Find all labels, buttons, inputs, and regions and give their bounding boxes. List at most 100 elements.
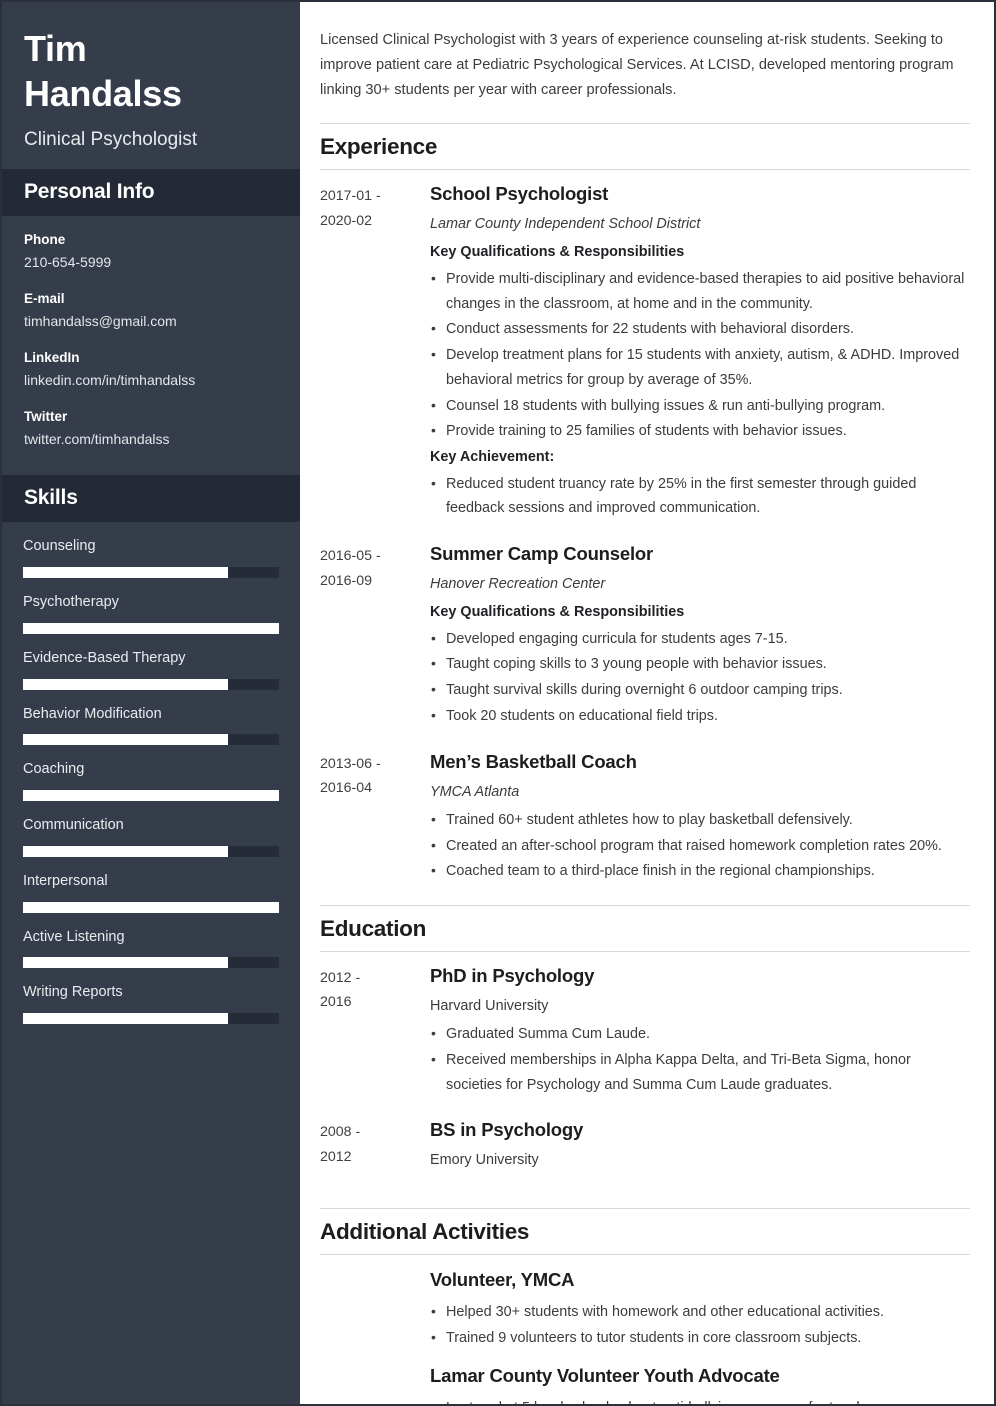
entry-achievement-list: Reduced student truancy rate by 25% in t… <box>430 471 970 522</box>
entry-date-range: 2016-05 - 2016-09 <box>320 542 430 593</box>
bullet-item: Develop treatment plans for 15 students … <box>430 342 970 393</box>
skill-bar-fill <box>23 790 279 802</box>
entry-organization: Lamar County Independent School District <box>430 216 701 233</box>
sidebar: Tim Handalss Clinical Psychologist Perso… <box>2 2 300 1404</box>
entry-body: BS in Psychology Emory University <box>430 1118 970 1176</box>
contact-value[interactable]: 210-654-5999 <box>24 252 278 274</box>
entry-achievement-subheading: Key Achievement: <box>430 449 555 466</box>
last-name: Handalss <box>24 73 182 114</box>
entry-bullet-list: Lectured at 5 local schools about anti-b… <box>430 1395 970 1404</box>
skill-item: Evidence-Based Therapy <box>23 648 279 690</box>
entry-bullet-list: Helped 30+ students with homework and ot… <box>430 1299 970 1351</box>
bullet-item: Developed engaging curricula for student… <box>430 626 970 652</box>
contact-item-twitter: Twitter twitter.com/timhandalss <box>24 407 278 451</box>
skill-item: Writing Reports <box>23 982 279 1025</box>
activity-title: Lamar County Volunteer Youth Advocate <box>430 1364 780 1386</box>
date-end: 2016-04 <box>320 780 373 797</box>
contact-label: Twitter <box>24 408 68 424</box>
skill-bar-fill <box>23 678 228 690</box>
degree-title: PhD in Psychology <box>430 965 595 987</box>
skill-bar-fill <box>23 622 279 634</box>
skill-bar-track <box>23 734 279 746</box>
skill-label: Communication <box>23 817 124 834</box>
bullet-item: Created an after-school program that rai… <box>430 833 970 859</box>
contact-value[interactable]: twitter.com/timhandalss <box>24 429 278 451</box>
experience-section: Experience 2017-01 - 2020-02 School Psyc… <box>320 123 970 885</box>
skills-heading-band: Skills <box>2 475 300 523</box>
skills-heading: Skills <box>24 486 78 510</box>
experience-entry: 2017-01 - 2020-02 School Psychologist La… <box>320 182 970 522</box>
bullet-item: Coached team to a third-place finish in … <box>430 858 970 884</box>
bullet-item: Trained 60+ student athletes how to play… <box>430 807 970 833</box>
job-title: Clinical Psychologist <box>24 129 198 150</box>
entry-organization: YMCA Atlanta <box>430 783 520 800</box>
entry-role: School Psychologist <box>430 183 609 205</box>
bullet-item: Taught survival skills during overnight … <box>430 677 970 703</box>
skill-bar-track <box>23 901 279 913</box>
bullet-item: Provide multi-disciplinary and evidence-… <box>430 266 970 317</box>
contact-item-linkedin: LinkedIn linkedin.com/in/timhandalss <box>24 348 278 392</box>
entry-date-range: 2012 - 2016 <box>320 964 430 1015</box>
bullet-item: Conduct assessments for 22 students with… <box>430 316 970 342</box>
school-name: Emory University <box>430 1152 539 1169</box>
bullet-item: Lectured at 5 local schools about anti-b… <box>430 1395 970 1404</box>
skill-bar-track <box>23 790 279 802</box>
education-heading: Education <box>320 905 970 953</box>
skill-label: Evidence-Based Therapy <box>23 649 186 666</box>
date-end: 2016 <box>320 994 352 1011</box>
entry-bullet-list: Graduated Summa Cum Laude. Received memb… <box>430 1021 970 1098</box>
skill-label: Psychotherapy <box>23 594 119 611</box>
education-entry: 2012 - 2016 PhD in Psychology Harvard Un… <box>320 964 970 1098</box>
contact-value[interactable]: timhandalss@gmail.com <box>24 311 278 333</box>
skill-label: Writing Reports <box>23 984 123 1001</box>
personal-info-list: Phone 210-654-5999 E-mail timhandalss@gm… <box>2 216 300 476</box>
entry-gap <box>320 740 970 750</box>
bullet-item: Counsel 18 students with bullying issues… <box>430 393 970 419</box>
skill-bar-track <box>23 957 279 969</box>
bullet-item: Trained 9 volunteers to tutor students i… <box>430 1325 970 1351</box>
skill-item: Counseling <box>23 536 279 579</box>
date-start: 2012 - <box>320 970 361 987</box>
skill-item: Active Listening <box>23 927 279 969</box>
skill-label: Counseling <box>23 538 96 555</box>
entry-gap <box>320 532 970 542</box>
skill-bar-fill <box>23 1013 228 1025</box>
contact-value[interactable]: linkedin.com/in/timhandalss <box>24 370 278 392</box>
entry-date-range: 2008 - 2012 <box>320 1118 430 1169</box>
entry-bullet-list: Trained 60+ student athletes how to play… <box>430 807 970 884</box>
skill-item: Communication <box>23 815 279 857</box>
entry-date-spacer <box>320 1267 430 1269</box>
skill-bar-fill <box>23 901 279 913</box>
skill-bar-fill <box>23 845 228 857</box>
contact-label: Phone <box>24 231 66 247</box>
activities-section: Additional Activities Volunteer, YMCA He… <box>320 1208 970 1404</box>
entry-body: Volunteer, YMCA Helped 30+ students with… <box>430 1267 970 1404</box>
activity-block: Volunteer, YMCA Helped 30+ students with… <box>430 1267 970 1350</box>
professional-summary: Licensed Clinical Psychologist with 3 ye… <box>320 32 954 99</box>
main-content: Licensed Clinical Psychologist with 3 ye… <box>300 2 994 1404</box>
date-end: 2020-02 <box>320 212 373 229</box>
experience-entry: 2016-05 - 2016-09 Summer Camp Counselor … <box>320 542 970 730</box>
entry-subheading: Key Qualifications & Responsibilities <box>430 604 685 621</box>
entry-organization: Hanover Recreation Center <box>430 576 606 593</box>
skill-item: Interpersonal <box>23 871 279 913</box>
skill-bar-fill <box>23 567 228 579</box>
entry-date-range: 2017-01 - 2020-02 <box>320 182 430 233</box>
skill-label: Active Listening <box>23 928 125 945</box>
activity-block: Lamar County Volunteer Youth Advocate Le… <box>430 1363 970 1404</box>
activity-entry: Volunteer, YMCA Helped 30+ students with… <box>320 1267 970 1404</box>
date-end: 2016-09 <box>320 572 373 589</box>
skill-bar-track <box>23 1013 279 1025</box>
contact-item-phone: Phone 210-654-5999 <box>24 230 278 274</box>
entry-date-range: 2013-06 - 2016-04 <box>320 750 430 801</box>
skill-bar-fill <box>23 734 228 746</box>
contact-label: LinkedIn <box>24 349 80 365</box>
resume-page: Tim Handalss Clinical Psychologist Perso… <box>0 0 996 1406</box>
activities-heading: Additional Activities <box>320 1208 970 1256</box>
entry-body: PhD in Psychology Harvard University Gra… <box>430 964 970 1098</box>
bullet-item: Received memberships in Alpha Kappa Delt… <box>430 1047 970 1098</box>
experience-heading: Experience <box>320 123 970 171</box>
skill-item: Coaching <box>23 759 279 802</box>
contact-label: E-mail <box>24 290 65 306</box>
bullet-item: Helped 30+ students with homework and ot… <box>430 1299 970 1325</box>
